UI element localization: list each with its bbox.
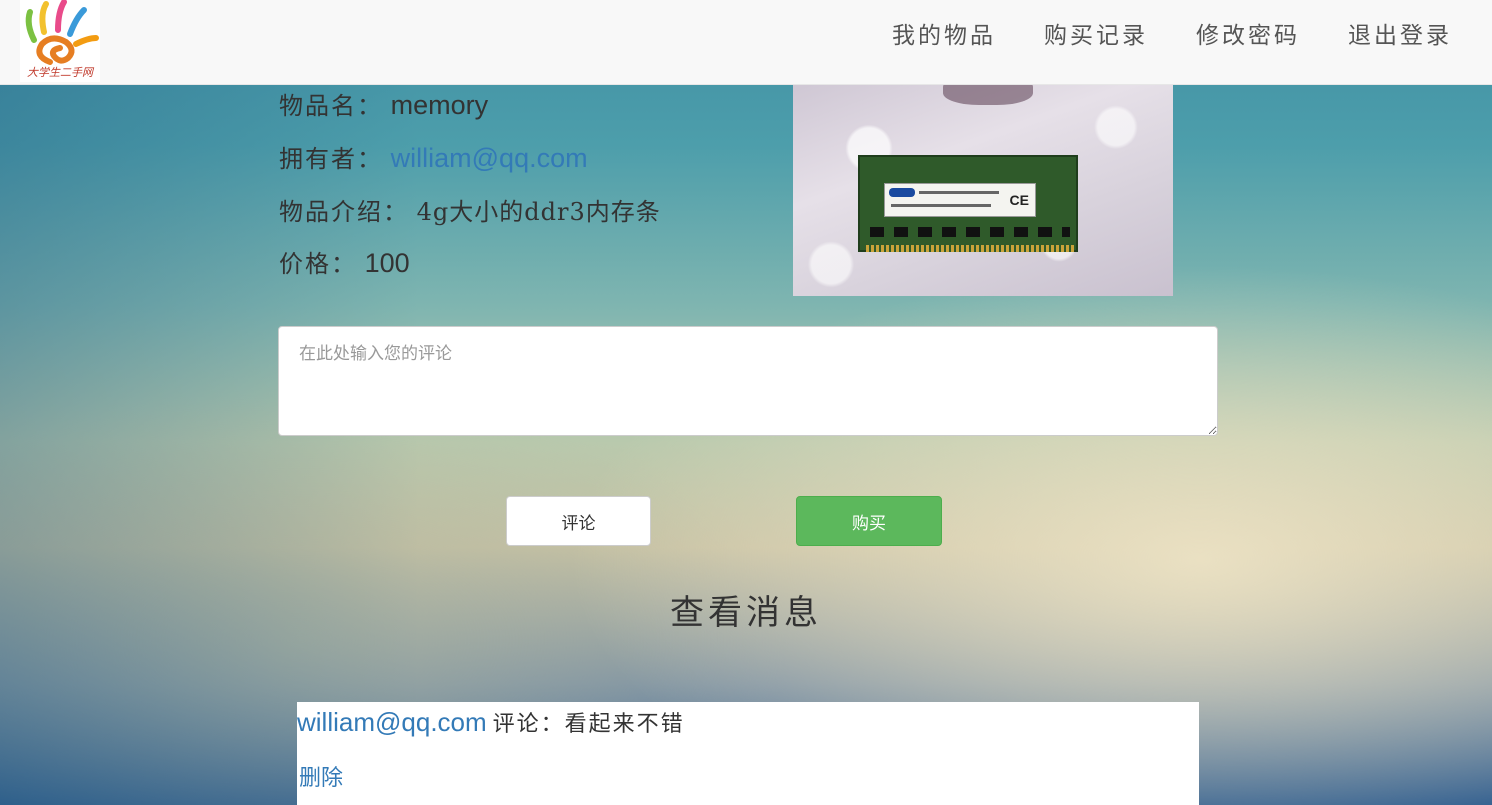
message-user-link[interactable]: william@qq.com [297, 707, 487, 737]
logo-hand-icon [25, 0, 99, 65]
item-name-row: 物品名： memory [279, 86, 488, 121]
message-text: 看起来不错 [564, 712, 685, 737]
item-desc: 4g大小的ddr3内存条 [416, 198, 661, 226]
message-line: william@qq.com 评论：看起来不错 [297, 706, 685, 738]
comment-button[interactable]: 评论 [506, 496, 651, 546]
nav-my-items[interactable]: 我的物品 [892, 16, 996, 50]
item-owner-row: 拥有者： william@qq.com [279, 139, 588, 174]
site-logo[interactable]: 大学生二手网 [20, 0, 100, 82]
ram-module-illustration: CE [858, 155, 1078, 252]
product-image: CE [793, 85, 1173, 296]
item-price-row: 价格： 100 [279, 244, 410, 279]
item-price-label: 价格： [279, 250, 357, 278]
item-name-label: 物品名： [279, 92, 383, 120]
navbar: 大学生二手网 我的物品 购买记录 修改密码 退出登录 [0, 0, 1492, 85]
message-label: 评论： [492, 712, 565, 737]
comment-input[interactable] [278, 326, 1218, 436]
item-owner-label: 拥有者： [279, 145, 383, 173]
logo-caption: 大学生二手网 [27, 66, 93, 79]
message-card: william@qq.com 评论：看起来不错 删除 [297, 702, 1199, 805]
item-desc-row: 物品介绍： 4g大小的ddr3内存条 [279, 192, 661, 227]
item-name: memory [390, 90, 489, 120]
nav-menu: 我的物品 购买记录 修改密码 退出登录 [892, 16, 1452, 50]
item-owner-link[interactable]: william@qq.com [391, 143, 588, 173]
buy-button[interactable]: 购买 [796, 496, 942, 546]
nav-logout[interactable]: 退出登录 [1348, 16, 1452, 50]
item-price: 100 [364, 248, 410, 278]
item-desc-label: 物品介绍： [279, 198, 409, 226]
messages-title: 查看消息 [670, 593, 822, 633]
nav-purchase-history[interactable]: 购买记录 [1044, 16, 1148, 50]
message-delete-link[interactable]: 删除 [299, 760, 343, 792]
nav-change-password[interactable]: 修改密码 [1196, 16, 1300, 50]
